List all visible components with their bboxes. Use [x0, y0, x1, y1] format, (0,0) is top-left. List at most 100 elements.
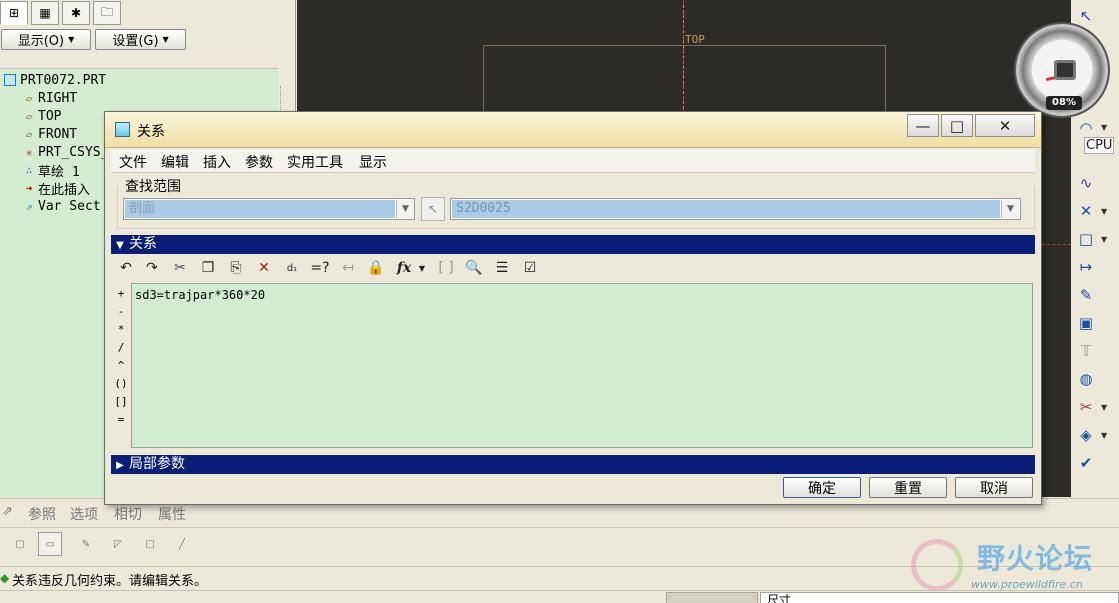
scope-select[interactable]: 剖面 ▼ — [123, 198, 415, 220]
lock-icon[interactable]: 🔒 — [365, 258, 387, 278]
surface-icon[interactable]: ▭ — [38, 532, 62, 556]
cpu-percent: 08% — [1046, 96, 1082, 110]
tree-item-sketch[interactable]: ∴ 草绘 1 — [20, 161, 80, 180]
palette-icon[interactable]: ◍ — [1073, 367, 1099, 391]
minimize-button[interactable]: — — [907, 114, 939, 137]
tree-item-label: 草绘 1 — [38, 164, 80, 180]
display-menu-button[interactable]: 显示(O) ▼ — [1, 29, 91, 50]
thicken-icon[interactable]: □ — [140, 534, 160, 554]
relations-app-icon — [115, 122, 130, 137]
remove-material-icon[interactable]: ◸ — [108, 534, 128, 554]
tree-item-label: TOP — [38, 108, 62, 124]
delete-icon[interactable]: ✕ — [253, 258, 275, 278]
dialog-title: 关系 — [137, 124, 165, 140]
display-button-label: 显示(O) — [17, 34, 65, 49]
tab-options[interactable]: 选项 — [70, 504, 98, 524]
operator-minus[interactable]: - — [113, 303, 129, 319]
cut-icon[interactable]: ✂ — [169, 258, 191, 278]
layers-tab-icon[interactable]: ▦ — [31, 1, 59, 25]
var-sect-sweep-icon: ⇗ — [25, 199, 33, 213]
undo-icon[interactable]: ↶ — [115, 258, 137, 278]
dialog-title-bar[interactable]: 关系 — □ ✕ — [105, 112, 1041, 148]
verify-icon[interactable]: ☑ — [519, 258, 541, 278]
relations-editor[interactable]: sd3=trajpar*360*20 — [131, 283, 1033, 448]
sketch-edit-icon[interactable]: ✎ — [76, 534, 96, 554]
modify-icon[interactable]: ✎ — [1073, 283, 1099, 307]
trim-icon[interactable]: ✂ — [1073, 395, 1099, 419]
paste-icon[interactable]: ⎘ — [225, 258, 247, 278]
settings-menu-button[interactable]: 设置(G) ▼ — [95, 29, 186, 50]
view-label: TOP — [685, 33, 705, 46]
scope-label: 查找范围 — [125, 179, 181, 195]
bracket-icon[interactable]: [ ] — [435, 258, 457, 278]
cpu-label: CPU — [1084, 137, 1115, 154]
operator-brackets[interactable]: [] — [113, 393, 129, 409]
model-tree-tab-icon[interactable]: ⊞ — [0, 1, 28, 25]
chevron-down-icon[interactable]: ▼ — [1101, 123, 1107, 132]
favorites-tab-icon[interactable]: ✱ — [62, 1, 90, 25]
switch-dims-icon[interactable]: d₁ — [281, 258, 303, 278]
operator-parens[interactable]: () — [113, 375, 129, 391]
operator-equals[interactable]: = — [113, 411, 129, 427]
chevron-down-icon[interactable]: ▼ — [1101, 431, 1107, 440]
menu-insert[interactable]: 插入 — [203, 152, 231, 172]
feature-select[interactable]: S2D0025 ▼ — [450, 198, 1021, 220]
done-check-icon[interactable]: ✔ — [1073, 451, 1099, 475]
list-icon[interactable]: ☰ — [491, 258, 513, 278]
constraint-icon[interactable]: ▣ — [1073, 311, 1099, 335]
redo-icon[interactable]: ↷ — [141, 258, 163, 278]
relations-text[interactable]: sd3=trajpar*360*20 — [135, 288, 265, 302]
chevron-down-icon[interactable]: ▼ — [396, 200, 414, 218]
chevron-down-icon[interactable]: ▼ — [1101, 403, 1107, 412]
evaluate-icon[interactable]: =? — [309, 258, 331, 278]
pick-feature-button[interactable]: ↖ — [421, 197, 445, 221]
close-button[interactable]: ✕ — [975, 114, 1035, 137]
copy-icon[interactable]: ❐ — [197, 258, 219, 278]
text-icon[interactable]: 𝕋 — [1073, 339, 1099, 363]
operator-plus[interactable]: + — [113, 285, 129, 301]
measure-icon[interactable]: ↤ — [337, 258, 359, 278]
offset-entity-icon[interactable]: □ — [1073, 227, 1099, 251]
solid-icon[interactable]: ▢ — [10, 534, 30, 554]
menu-show[interactable]: 显示 — [359, 152, 387, 172]
relations-dialog: 关系 — □ ✕ 文件 编辑 插入 参数 实用工具 显示 查找范围 剖面 ▼ ↖… — [104, 111, 1042, 505]
tab-properties[interactable]: 属性 — [158, 504, 186, 524]
tree-item-top[interactable]: ▱ TOP — [20, 107, 62, 125]
tab-references[interactable]: 参照 — [28, 504, 56, 524]
dimension-icon[interactable]: ↦ — [1073, 255, 1099, 279]
chevron-down-icon[interactable]: ▼ — [411, 258, 433, 278]
spline-icon[interactable]: ∿ — [1073, 171, 1099, 195]
blend-icon[interactable]: ╱ — [172, 534, 192, 554]
operator-divide[interactable]: / — [113, 339, 129, 355]
menu-edit[interactable]: 编辑 — [161, 152, 189, 172]
point-icon[interactable]: ✕ — [1073, 199, 1099, 223]
cancel-button[interactable]: 取消 — [955, 477, 1033, 498]
sort-icon[interactable]: 🔍 — [463, 258, 485, 278]
sketch-outline — [483, 45, 886, 120]
chevron-down-icon[interactable]: ▼ — [1001, 200, 1019, 218]
reset-button[interactable]: 重置 — [869, 477, 947, 498]
settings-button-label: 设置(G) — [112, 34, 159, 49]
menu-utilities[interactable]: 实用工具 — [287, 152, 343, 172]
chevron-down-icon[interactable]: ▼ — [1101, 207, 1107, 216]
menu-file[interactable]: 文件 — [119, 152, 147, 172]
folder-tab-icon[interactable]: 🗀 — [93, 1, 121, 25]
local-params-section-header[interactable]: ▶ 局部参数 — [111, 455, 1035, 474]
sweep-icon: ⇗ — [2, 504, 13, 519]
tree-item-right[interactable]: ▱ RIGHT — [20, 89, 77, 107]
operator-multiply[interactable]: * — [113, 321, 129, 337]
ok-button[interactable]: 确定 — [783, 477, 861, 498]
chevron-down-icon[interactable]: ▼ — [1101, 235, 1107, 244]
operator-power[interactable]: ^ — [113, 357, 129, 373]
message-text: 关系违反几何约束。请编辑关系。 — [12, 574, 208, 589]
mirror-icon[interactable]: ◈ — [1073, 423, 1099, 447]
menu-parameters[interactable]: 参数 — [245, 152, 273, 172]
datum-axis-line — [1042, 244, 1071, 245]
tree-item-part[interactable]: PRT0072.PRT — [4, 71, 106, 89]
relations-section-header[interactable]: ▼ 关系 — [111, 235, 1035, 254]
watermark-url: www.proewildfire.cn — [971, 578, 1083, 591]
tab-tangency[interactable]: 相切 — [114, 504, 142, 524]
tree-item-front[interactable]: ▱ FRONT — [20, 125, 77, 143]
tree-item-insert-here[interactable]: ➜ 在此插入 — [20, 179, 90, 198]
maximize-button[interactable]: □ — [941, 114, 973, 137]
